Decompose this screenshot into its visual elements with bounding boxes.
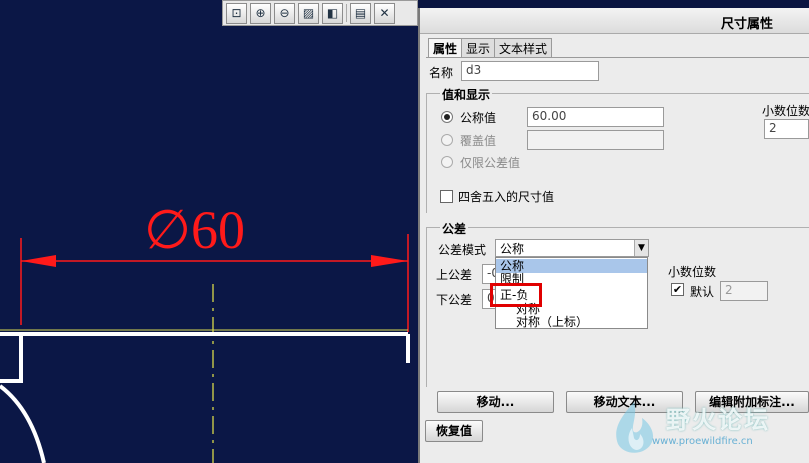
nominal-value-field[interactable]: 60.00	[527, 107, 664, 127]
tolerance-decimals-label: 小数位数	[668, 265, 717, 279]
layers-icon[interactable]: ✕	[374, 2, 395, 24]
name-label: 名称	[429, 66, 454, 80]
toolbar-separator	[346, 4, 347, 22]
tab-text-style[interactable]: 文本样式	[494, 38, 553, 57]
tolerance-group-title: 公差	[440, 220, 469, 237]
tab-properties[interactable]: 属性	[428, 38, 463, 58]
dialog-title: 尺寸属性	[720, 17, 773, 32]
default-checkbox[interactable]: ✔	[671, 283, 684, 296]
round-label: 四舍五入的尺寸值	[458, 190, 555, 204]
override-label: 覆盖值	[460, 134, 497, 148]
tolerance-mode-label: 公差模式	[438, 243, 487, 257]
dropdown-option-nominal[interactable]: 公称	[496, 259, 647, 273]
display-style-icon[interactable]: ◧	[322, 2, 343, 24]
override-value-field[interactable]	[527, 130, 664, 150]
tolerance-mode-select[interactable]: 公称 ▼	[495, 239, 649, 257]
nominal-label: 公称值	[460, 111, 497, 125]
lower-tolerance-label: 下公差	[436, 293, 473, 307]
view-toolbar: ⊡ ⊕ ⊖ ▨ ◧ ▤ ✕	[222, 0, 418, 26]
tolerance-decimals-field[interactable]: 2	[720, 281, 768, 301]
value-decimals-field[interactable]: 2	[764, 119, 809, 139]
name-field[interactable]: d3	[461, 61, 599, 81]
saved-views-icon[interactable]: ▤	[350, 2, 371, 24]
flame-logo-icon	[616, 402, 654, 453]
upper-tolerance-label: 上公差	[436, 268, 473, 282]
watermark: 野火论坛 www.proewildfire.cn	[600, 398, 809, 463]
zoom-window-icon[interactable]: ⊡	[226, 2, 247, 24]
cad-viewport[interactable]: ∅60 ⊡ ⊕ ⊖ ▨ ◧ ▤ ✕	[0, 0, 418, 463]
zoom-out-icon[interactable]: ⊖	[274, 2, 295, 24]
tolerance-only-radio[interactable]	[441, 156, 453, 168]
dialog-titlebar[interactable]: 尺寸属性	[420, 8, 809, 34]
part-arc[interactable]	[0, 384, 46, 463]
override-radio[interactable]	[441, 134, 453, 146]
dropdown-option-symmetric-superscript[interactable]: 对称（上标）	[496, 315, 647, 329]
annotation-highlight-box	[490, 283, 542, 307]
round-checkbox[interactable]	[440, 190, 453, 203]
tolerance-only-label: 仅限公差值	[460, 156, 521, 170]
chevron-down-icon[interactable]: ▼	[634, 240, 648, 256]
watermark-text: 野火论坛	[666, 406, 770, 434]
tab-display[interactable]: 显示	[461, 38, 496, 57]
move-button[interactable]: 移动...	[437, 391, 554, 413]
value-decimals-label: 小数位数	[762, 104, 809, 118]
part-edge-left[interactable]	[0, 332, 23, 383]
watermark-url: www.proewildfire.cn	[652, 436, 753, 447]
upper-tolerance-field[interactable]: -0	[482, 264, 499, 284]
default-label: 默认	[690, 285, 715, 299]
tab-strip: 属性 显示 文本样式	[428, 38, 553, 58]
arrowhead-left	[21, 255, 56, 267]
zoom-in-icon[interactable]: ⊕	[250, 2, 271, 24]
nominal-radio[interactable]	[441, 111, 453, 123]
value-display-group-title: 值和显示	[440, 86, 493, 103]
arrowhead-right	[371, 255, 408, 267]
repaint-icon[interactable]: ▨	[298, 2, 319, 24]
restore-values-button[interactable]: 恢复值	[425, 420, 483, 442]
tolerance-mode-value: 公称	[500, 242, 525, 256]
dimension-text[interactable]: ∅60	[144, 200, 245, 260]
drawing-canvas[interactable]: ∅60	[0, 0, 418, 463]
